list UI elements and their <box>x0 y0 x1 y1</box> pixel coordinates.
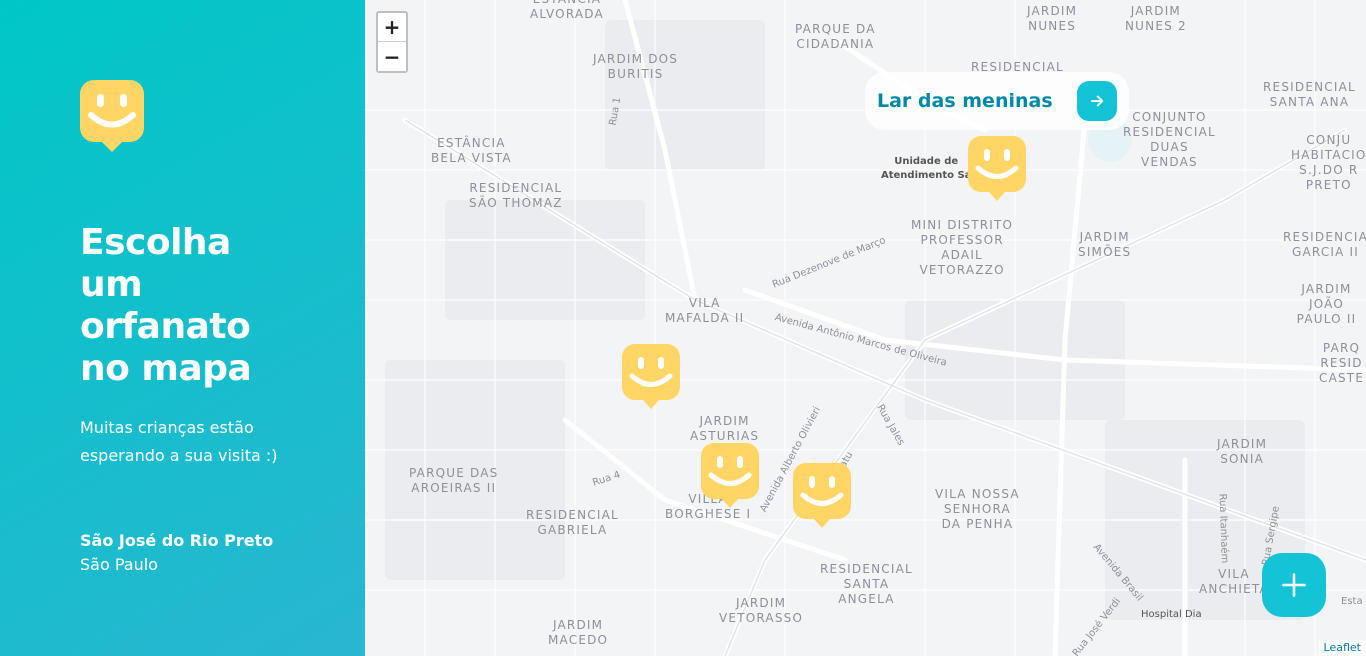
orphanage-marker-smiley-pin-icon[interactable] <box>622 344 680 410</box>
district-label: Parque das Aroeiras II <box>409 466 499 495</box>
district-label: Residencial Gabriela <box>526 508 619 537</box>
district-label: Parque da Cidadania <box>795 22 876 51</box>
district-label: Vila Mafalda II <box>665 296 745 325</box>
zoom-out-button[interactable]: − <box>378 42 406 71</box>
plus-icon <box>1282 573 1306 597</box>
district-label: Residencial Santa Angela <box>820 562 913 606</box>
district-label: Jardim Sonia <box>1217 437 1268 466</box>
location: São José do Rio Preto São Paulo <box>80 529 273 577</box>
district-label: Jardim João Paulo II <box>1296 282 1357 326</box>
district-label: Conju Habitacio S.J.do R Preto <box>1291 133 1366 192</box>
district-label: Conjunto Residencial Duas Vendas <box>1123 110 1216 169</box>
district-label: Jardim Nunes <box>1027 4 1078 33</box>
district-label: Jardim dos Buritis <box>593 52 679 81</box>
zoom-control: + − <box>376 11 408 73</box>
district-label: Jardim Asturias <box>690 414 760 443</box>
logo-smiley-pin-icon <box>80 80 144 152</box>
add-orphanage-button[interactable] <box>1262 553 1326 617</box>
subtitle: Muitas crianças estão esperando a sua vi… <box>80 418 278 465</box>
map[interactable]: Estância Alvorada Parque da Cidadania Ja… <box>365 0 1366 656</box>
district-label: Estância Bela Vista <box>431 136 512 165</box>
page-heading: Escolha um orfanato no mapa <box>80 222 252 389</box>
district-label: Jardim Vetorasso <box>719 596 804 625</box>
poi-label: Unidade de Atendimento Sa <box>881 156 972 181</box>
poi-label: Hospital Dia <box>1141 609 1202 620</box>
district-label: Vila Nossa Senhora da Penha <box>935 487 1020 531</box>
district-label: Residencial Santa Ana <box>1263 80 1356 109</box>
district-label: Parq Resid Caste <box>1319 341 1365 385</box>
orphanage-marker-smiley-pin-icon[interactable] <box>793 463 851 529</box>
sidebar: Escolha um orfanato no mapa Muitas crian… <box>0 0 365 656</box>
arrow-right-icon <box>1090 95 1104 107</box>
location-state: São Paulo <box>80 555 158 574</box>
district-label: Estância Alvorada <box>530 0 604 21</box>
district-label: Jardim Nunes 2 <box>1125 4 1187 33</box>
zoom-in-button[interactable]: + <box>378 13 406 42</box>
district-label: Residencial São Thomaz <box>469 181 563 210</box>
street-label: Esta <box>1341 596 1363 607</box>
location-city: São José do Rio Preto <box>80 531 274 550</box>
district-label: Mini Distrito Professor Adail Vetorazzo <box>911 218 1014 277</box>
district-label: Jardim Macedo <box>548 618 609 647</box>
popup-title: Lar das meninas <box>877 90 1053 112</box>
orphanage-popup[interactable]: Lar das meninas <box>865 72 1129 130</box>
popup-go-button[interactable] <box>1077 81 1117 121</box>
map-attribution-link[interactable]: Leaflet <box>1318 640 1366 656</box>
district-label: Jardim Simões <box>1078 230 1132 259</box>
district-label: Residencia Garcia II <box>1283 230 1366 259</box>
orphanage-marker-smiley-pin-icon[interactable] <box>968 136 1026 202</box>
orphanage-marker-smiley-pin-icon[interactable] <box>701 443 759 509</box>
district-label: Vila Anchieta <box>1199 567 1269 596</box>
